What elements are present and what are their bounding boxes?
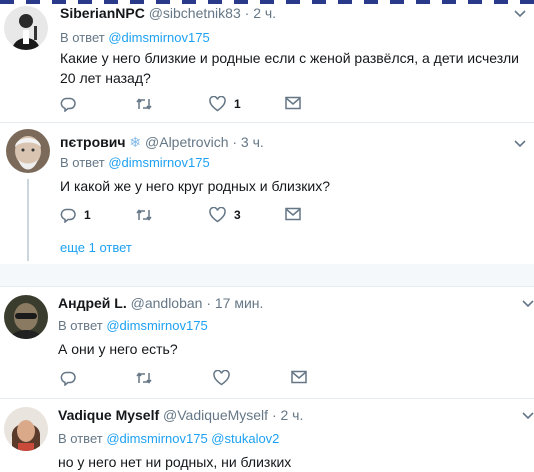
retweet-icon (136, 98, 152, 110)
display-name[interactable]: SiberianNPC (60, 5, 145, 21)
timestamp[interactable]: · 2 ч. (245, 5, 276, 21)
reply-button[interactable] (60, 370, 84, 386)
avatar[interactable] (4, 295, 48, 339)
tweet-2[interactable]: пєтрович ❄ @Alpetrovich · 3 ч. В ответ @… (0, 123, 534, 263)
tweet-actions: 1 3 (60, 207, 320, 227)
chevron-down-icon[interactable] (522, 412, 534, 420)
dm-button[interactable] (291, 370, 307, 384)
tweet-actions (60, 370, 320, 390)
retweet-button[interactable] (135, 96, 161, 112)
avatar[interactable] (4, 407, 48, 451)
avatar[interactable] (6, 129, 50, 173)
user-handle[interactable]: @VadiqueMyself (163, 407, 268, 423)
show-more-replies-link[interactable]: еще 1 ответ (60, 240, 132, 255)
display-name[interactable]: Vadique Myself (58, 407, 159, 423)
dm-button[interactable] (285, 96, 301, 110)
envelope-icon (285, 96, 301, 110)
like-button[interactable] (213, 370, 238, 386)
thread-line (27, 179, 29, 261)
mention-link[interactable]: @dimsmirnov175 (106, 318, 207, 333)
like-button[interactable]: 1 (209, 96, 241, 112)
reply-icon (60, 371, 76, 386)
tweet-actions: 1 (60, 96, 320, 116)
reply-prefix: В ответ (60, 30, 105, 45)
retweet-button[interactable] (135, 207, 161, 223)
reply-prefix: В ответ (58, 318, 103, 333)
reply-prefix: В ответ (60, 155, 105, 170)
user-handle[interactable]: @sibchetnik83 (149, 5, 241, 21)
reply-context: В ответ @dimsmirnov175 @stukalov2 (58, 430, 279, 447)
tweet-text: Какие у него близкие и родные если с жен… (60, 50, 519, 86)
timestamp[interactable]: · 2 ч. (272, 407, 303, 423)
tweet-text: но у него нет ни родных, ни близких (58, 454, 292, 470)
tweet-3[interactable]: Андрей L. @andloban · 17 мин. В ответ @d… (0, 287, 534, 397)
reply-context: В ответ @dimsmirnov175 (60, 154, 210, 171)
heart-icon (209, 207, 226, 223)
mention-link[interactable]: @dimsmirnov175 (106, 431, 207, 446)
tweet-header: пєтрович ❄ @Alpetrovich · 3 ч. (60, 133, 264, 151)
tweet-header: Андрей L. @andloban · 17 мин. (58, 294, 263, 312)
tweet-4[interactable]: Vadique Myself @VadiqueMyself · 2 ч. В о… (0, 399, 534, 471)
snowflake-icon: ❄ (129, 134, 142, 150)
user-handle[interactable]: @Alpetrovich (145, 134, 228, 150)
chevron-down-icon[interactable] (514, 140, 526, 148)
reply-icon (60, 97, 76, 112)
reply-prefix: В ответ (58, 431, 103, 446)
tweet-text: И какой же у него круг родных и близких? (60, 178, 330, 194)
reply-button[interactable]: 1 (60, 207, 91, 223)
display-name[interactable]: пєтрович (60, 134, 126, 150)
envelope-icon (291, 370, 307, 384)
heart-icon (209, 96, 226, 112)
chevron-down-icon[interactable] (514, 10, 526, 18)
like-button[interactable]: 3 (209, 207, 241, 223)
avatar[interactable] (4, 6, 48, 50)
section-separator (0, 264, 534, 286)
retweet-icon (136, 209, 152, 221)
user-handle[interactable]: @andloban (131, 295, 203, 311)
retweet-button[interactable] (135, 370, 161, 386)
tweet-header: Vadique Myself @VadiqueMyself · 2 ч. (58, 406, 303, 424)
retweet-icon (136, 372, 152, 384)
mention-link[interactable]: @dimsmirnov175 (108, 155, 209, 170)
timestamp[interactable]: · 17 мин. (206, 295, 263, 311)
reply-context: В ответ @dimsmirnov175 (58, 317, 208, 334)
tweet-1[interactable]: SiberianNPC @sibchetnik83 · 2 ч. В ответ… (0, 0, 534, 123)
envelope-icon (285, 207, 301, 221)
chevron-down-icon[interactable] (522, 300, 534, 308)
display-name[interactable]: Андрей L. (58, 295, 127, 311)
mention-link[interactable]: @stukalov2 (211, 431, 279, 446)
mention-link[interactable]: @dimsmirnov175 (108, 30, 209, 45)
reply-button[interactable] (60, 96, 84, 112)
reply-context: В ответ @dimsmirnov175 (60, 29, 210, 46)
reply-icon (60, 208, 76, 223)
timestamp[interactable]: · 3 ч. (232, 134, 263, 150)
tweet-text: А они у него есть? (58, 341, 178, 357)
heart-icon (213, 370, 230, 386)
dm-button[interactable] (285, 207, 301, 221)
tweet-header: SiberianNPC @sibchetnik83 · 2 ч. (60, 4, 276, 22)
